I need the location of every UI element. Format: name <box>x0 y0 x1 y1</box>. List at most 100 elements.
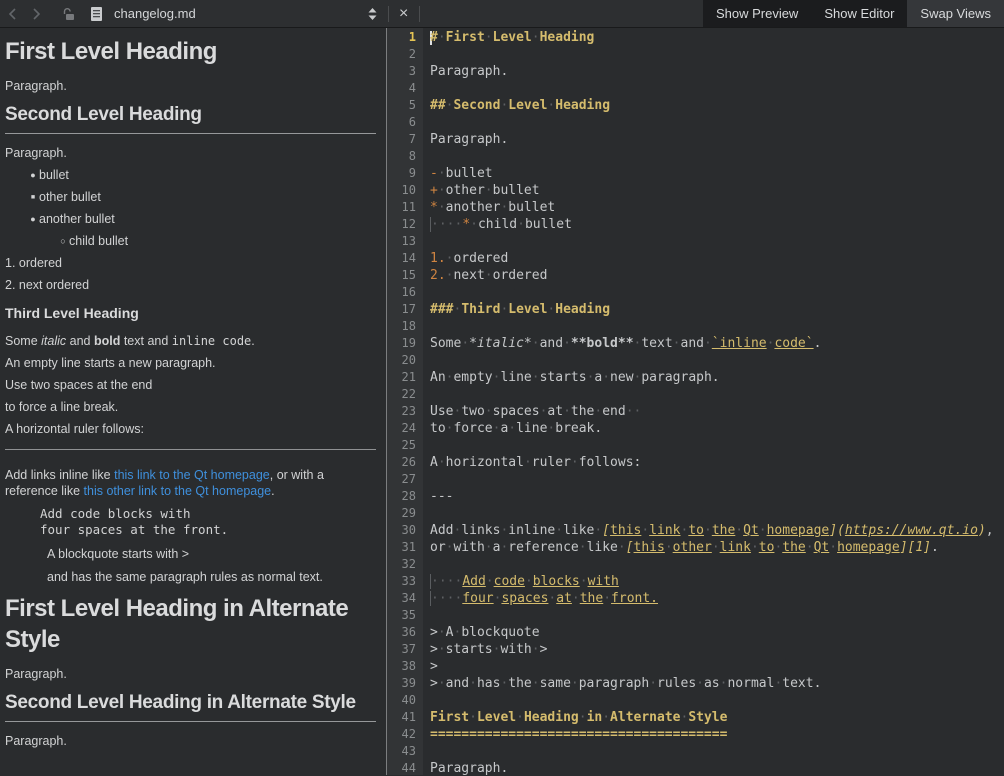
code-token: this <box>610 523 641 538</box>
editor-line[interactable]: ····four·spaces·at·the·front. <box>430 590 1004 607</box>
line-number: 16 <box>387 284 423 301</box>
list-item-label: another bullet <box>39 212 115 227</box>
editor-line[interactable]: #·First·Level·Heading <box>430 29 1004 46</box>
editor-line[interactable]: ###·Third·Level·Heading <box>430 301 1004 318</box>
whitespace-dots: · <box>485 183 493 198</box>
editor-line[interactable]: Paragraph. <box>430 63 1004 80</box>
editor-line[interactable]: Add·links·inline·like·[this·link·to·the·… <box>430 522 1004 539</box>
editor-line[interactable] <box>430 148 1004 165</box>
editor-line[interactable]: 2.·next·ordered <box>430 267 1004 284</box>
code-token: blocks <box>533 574 580 589</box>
line-number: 6 <box>387 114 423 131</box>
editor-line[interactable] <box>430 318 1004 335</box>
line-number: 1 <box>387 29 423 46</box>
editor-line[interactable] <box>430 743 1004 760</box>
code-token: to <box>759 540 775 555</box>
code-token: blockquote <box>461 625 539 640</box>
code-token: paragraph <box>579 676 649 691</box>
line-number: 3 <box>387 63 423 80</box>
editor-line[interactable]: First·Level·Heading·in·Alternate·Style <box>430 709 1004 726</box>
code-token: normal <box>727 676 774 691</box>
editor-code-area[interactable]: #·First·Level·Heading Paragraph. ##·Second… <box>423 28 1004 775</box>
editor-line[interactable]: >·A·blockquote <box>430 624 1004 641</box>
back-icon[interactable] <box>0 0 24 27</box>
editor-line[interactable]: Use·two·spaces·at·the·end·· <box>430 403 1004 420</box>
editor-line[interactable] <box>430 114 1004 131</box>
line-number: 19 <box>387 335 423 352</box>
editor-line[interactable] <box>430 471 1004 488</box>
code-token: like <box>563 523 594 538</box>
editor-line[interactable]: An·empty·line·starts·a·new·paragraph. <box>430 369 1004 386</box>
editor-line[interactable] <box>430 233 1004 250</box>
editor-line[interactable] <box>430 352 1004 369</box>
code-token: other <box>673 540 712 555</box>
editor-line[interactable] <box>430 46 1004 63</box>
editor-line[interactable]: ====================================== <box>430 726 1004 743</box>
preview-link[interactable]: this other link to the Qt homepage <box>84 484 272 498</box>
line-number: 12 <box>387 216 423 233</box>
code-token: and <box>681 336 704 351</box>
editor-line[interactable]: or·with·a·reference·like·[this·other·lin… <box>430 539 1004 556</box>
editor-line[interactable] <box>430 284 1004 301</box>
editor-line[interactable]: Some·*italic*·and·**bold**·text·and·`inl… <box>430 335 1004 352</box>
line-number: 29 <box>387 505 423 522</box>
unlock-icon[interactable] <box>56 0 80 27</box>
code-token: front. <box>611 591 658 606</box>
editor-line[interactable]: +·other·bullet <box>430 182 1004 199</box>
editor-line[interactable]: to·force·a·line·break. <box>430 420 1004 437</box>
code-token: the <box>712 523 735 538</box>
code-token: paragraph. <box>641 370 719 385</box>
code-token: An <box>430 370 446 385</box>
editor-line[interactable] <box>430 386 1004 403</box>
disc-bullet-icon: ● <box>27 168 39 183</box>
line-number: 5 <box>387 97 423 114</box>
show-editor-button[interactable]: Show Editor <box>811 0 907 27</box>
editor-line[interactable]: > <box>430 658 1004 675</box>
editor-line[interactable]: ##·Second·Level·Heading <box>430 97 1004 114</box>
preview-link[interactable]: this link to the Qt homepage <box>114 468 270 482</box>
code-token: link <box>649 523 680 538</box>
indent-guide: ···· <box>430 574 462 589</box>
editor-line[interactable]: >·starts·with·> <box>430 641 1004 658</box>
editor-line[interactable]: Paragraph. <box>430 131 1004 148</box>
code-token: > <box>540 642 548 657</box>
editor-line[interactable] <box>430 437 1004 454</box>
blockquote-line: and has the same paragraph rules as norm… <box>47 570 376 585</box>
editor-line[interactable] <box>430 556 1004 573</box>
preview-text-span: and <box>66 334 94 348</box>
code-token: homepage <box>767 523 830 538</box>
code-token: or <box>430 540 446 555</box>
editor-line[interactable] <box>430 692 1004 709</box>
forward-icon[interactable] <box>24 0 48 27</box>
show-preview-button[interactable]: Show Preview <box>703 0 811 27</box>
swap-views-button[interactable]: Swap Views <box>907 0 1004 27</box>
preview-ordered-list: 1. ordered2. next ordered <box>5 256 376 293</box>
blockquote-line: A blockquote starts with > <box>47 547 376 562</box>
whitespace-dots: · <box>806 540 814 555</box>
editor-line[interactable] <box>430 505 1004 522</box>
code-token: Paragraph. <box>430 761 508 775</box>
list-item: 2. next ordered <box>5 278 376 293</box>
editor-line[interactable]: *·another·bullet <box>430 199 1004 216</box>
editor-line[interactable]: ····*·child·bullet <box>430 216 1004 233</box>
editor-line[interactable]: --- <box>430 488 1004 505</box>
list-item-label: child bullet <box>69 234 128 249</box>
whitespace-dots: · <box>469 710 477 725</box>
editor-line[interactable]: -·bullet <box>430 165 1004 182</box>
document-dropdown-icon[interactable] <box>361 0 385 27</box>
editor-line[interactable] <box>430 607 1004 624</box>
preview-paragraph: Paragraph. <box>5 146 376 161</box>
editor-line[interactable]: >·and·has·the·same·paragraph·rules·as·no… <box>430 675 1004 692</box>
close-document-icon[interactable]: × <box>392 0 416 27</box>
list-item-label: other bullet <box>39 190 101 205</box>
editor-line[interactable]: A·horizontal·ruler·follows: <box>430 454 1004 471</box>
editor-line[interactable]: Paragraph. <box>430 760 1004 775</box>
markdown-editor-pane[interactable]: 1234567891011121314151617181920212223242… <box>387 28 1004 775</box>
preview-text-span: Add links inline like <box>5 468 114 482</box>
whitespace-dots: · <box>704 523 712 538</box>
editor-line[interactable]: 1.·ordered <box>430 250 1004 267</box>
preview-heading-h1: First Level Heading <box>5 36 376 67</box>
editor-line[interactable]: ····Add·code·blocks·with <box>430 573 1004 590</box>
code-token: links <box>461 523 500 538</box>
editor-line[interactable] <box>430 80 1004 97</box>
